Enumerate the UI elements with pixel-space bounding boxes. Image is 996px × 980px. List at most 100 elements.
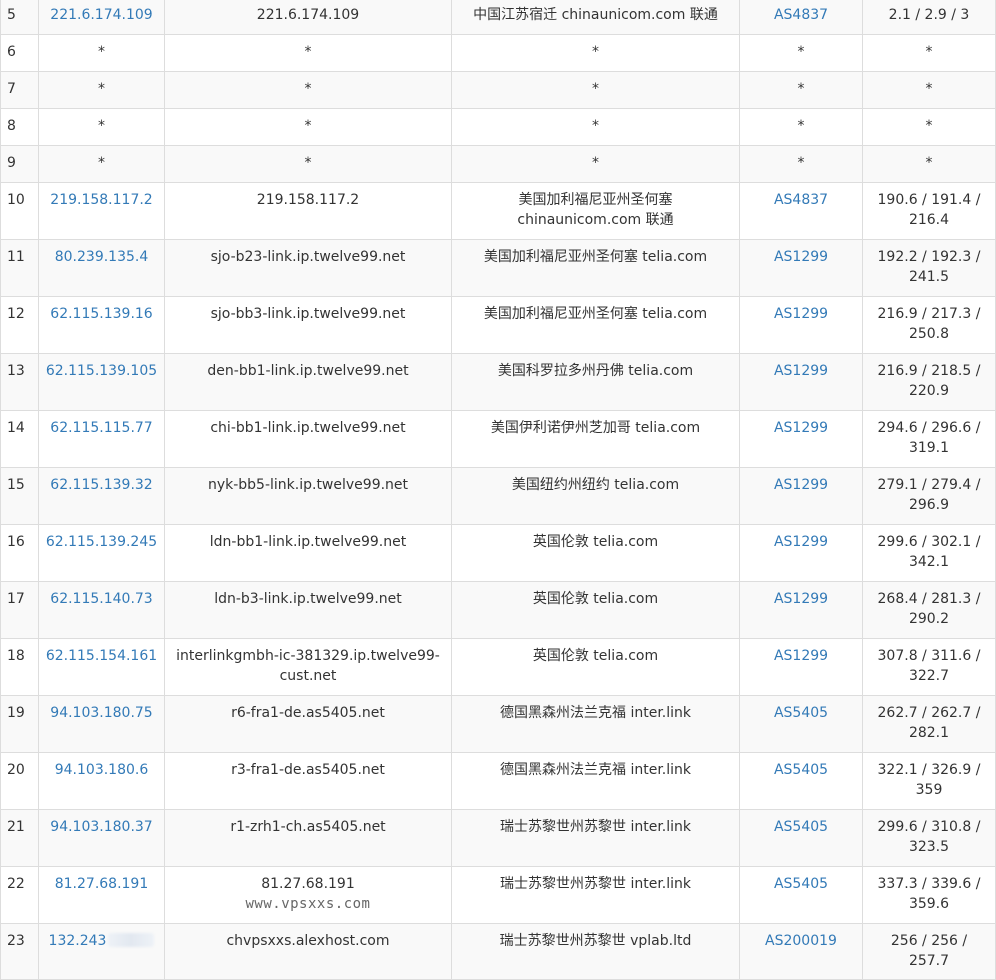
asn-link[interactable]: AS5405 xyxy=(774,705,828,721)
hostname: sjo-b23-link.ip.twelve99.net xyxy=(164,239,452,297)
asn: * xyxy=(739,145,863,183)
ip-address: * xyxy=(38,71,165,109)
ip-link[interactable]: 221.6.174.109 xyxy=(50,7,152,23)
hostname: * xyxy=(164,34,452,72)
ip-link[interactable]: 62.115.139.245 xyxy=(46,534,157,550)
asn-link[interactable]: AS200019 xyxy=(765,933,837,949)
hostname: 81.27.68.191 xyxy=(261,876,355,892)
geo-location: 瑞士苏黎世州苏黎世 inter.link xyxy=(451,866,740,924)
asn-link[interactable]: AS1299 xyxy=(774,306,828,322)
table-row: 13 62.115.139.105 den-bb1-link.ip.twelve… xyxy=(0,353,996,411)
geo-location: 美国纽约州纽约 telia.com xyxy=(451,467,740,525)
hostname: nyk-bb5-link.ip.twelve99.net xyxy=(164,467,452,525)
table-row: 20 94.103.180.6 r3-fra1-de.as5405.net 德国… xyxy=(0,752,996,810)
hop-number: 20 xyxy=(0,752,39,810)
hostname: * xyxy=(164,71,452,109)
redacted-ip-blur xyxy=(108,933,155,947)
table-row: 12 62.115.139.16 sjo-bb3-link.ip.twelve9… xyxy=(0,296,996,354)
asn-link[interactable]: AS4837 xyxy=(774,7,828,23)
rtt-values: * xyxy=(862,108,996,146)
asn-link[interactable]: AS1299 xyxy=(774,477,828,493)
rtt-values: 307.8 / 311.6 / 322.7 xyxy=(862,638,996,696)
hostname: * xyxy=(164,145,452,183)
table-row: 7 * * * * * xyxy=(0,71,996,109)
hop-number: 12 xyxy=(0,296,39,354)
rtt-values: * xyxy=(862,145,996,183)
ip-link[interactable]: 62.115.140.73 xyxy=(50,591,152,607)
asn-link[interactable]: AS5405 xyxy=(774,876,828,892)
hop-number: 14 xyxy=(0,410,39,468)
rtt-values: 294.6 / 296.6 / 319.1 xyxy=(862,410,996,468)
rtt-values: 256 / 256 / 257.7 xyxy=(862,923,996,980)
table-row: 19 94.103.180.75 r6-fra1-de.as5405.net 德… xyxy=(0,695,996,753)
geo-location: * xyxy=(451,34,740,72)
geo-location: 美国科罗拉多州丹佛 telia.com xyxy=(451,353,740,411)
hop-number: 7 xyxy=(0,71,39,109)
table-row: 16 62.115.139.245 ldn-bb1-link.ip.twelve… xyxy=(0,524,996,582)
table-row: 23 132.243 chvpsxxs.alexhost.com 瑞士苏黎世州苏… xyxy=(0,923,996,980)
ip-link[interactable]: 94.103.180.6 xyxy=(55,762,149,778)
rtt-values: 279.1 / 279.4 / 296.9 xyxy=(862,467,996,525)
asn-link[interactable]: AS1299 xyxy=(774,420,828,436)
geo-location: 美国伊利诺伊州芝加哥 telia.com xyxy=(451,410,740,468)
rtt-values: 2.1 / 2.9 / 3 xyxy=(862,0,996,35)
ip-link[interactable]: 219.158.117.2 xyxy=(50,192,152,208)
ip-link[interactable]: 80.239.135.4 xyxy=(55,249,149,265)
table-row: 11 80.239.135.4 sjo-b23-link.ip.twelve99… xyxy=(0,239,996,297)
geo-location: 英国伦敦 telia.com xyxy=(451,581,740,639)
ip-link[interactable]: 94.103.180.37 xyxy=(50,819,152,835)
ip-link[interactable]: 62.115.115.77 xyxy=(50,420,152,436)
rtt-values: 216.9 / 218.5 / 220.9 xyxy=(862,353,996,411)
ip-link[interactable]: 94.103.180.75 xyxy=(50,705,152,721)
ip-link[interactable]: 62.115.139.105 xyxy=(46,363,157,379)
asn-link[interactable]: AS1299 xyxy=(774,648,828,664)
geo-location: 瑞士苏黎世州苏黎世 inter.link xyxy=(451,809,740,867)
geo-location: 德国黑森州法兰克福 inter.link xyxy=(451,695,740,753)
hostname: chi-bb1-link.ip.twelve99.net xyxy=(164,410,452,468)
hostname: ldn-bb1-link.ip.twelve99.net xyxy=(164,524,452,582)
ip-link[interactable]: 81.27.68.191 xyxy=(55,876,149,892)
ip-link[interactable]: 62.115.139.32 xyxy=(50,477,152,493)
geo-location: 美国加利福尼亚州圣何塞 chinaunicom.com 联通 xyxy=(451,182,740,240)
ip-link[interactable]: 132.243 xyxy=(49,933,107,949)
table-row: 18 62.115.154.161 interlinkgmbh-ic-38132… xyxy=(0,638,996,696)
rtt-values: * xyxy=(862,34,996,72)
ip-link[interactable]: 62.115.139.16 xyxy=(50,306,152,322)
table-row: 6 * * * * * xyxy=(0,34,996,72)
rtt-values: 322.1 / 326.9 / 359 xyxy=(862,752,996,810)
asn-link[interactable]: AS1299 xyxy=(774,534,828,550)
asn-link[interactable]: AS4837 xyxy=(774,192,828,208)
ip-link[interactable]: 62.115.154.161 xyxy=(46,648,157,664)
hop-number: 17 xyxy=(0,581,39,639)
geo-location: 英国伦敦 telia.com xyxy=(451,638,740,696)
rtt-values: 299.6 / 310.8 / 323.5 xyxy=(862,809,996,867)
ip-address: * xyxy=(38,108,165,146)
hop-number: 9 xyxy=(0,145,39,183)
geo-location: 美国加利福尼亚州圣何塞 telia.com xyxy=(451,296,740,354)
table-row: 10 219.158.117.2 219.158.117.2 美国加利福尼亚州圣… xyxy=(0,182,996,240)
rtt-values: 192.2 / 192.3 / 241.5 xyxy=(862,239,996,297)
asn-link[interactable]: AS1299 xyxy=(774,249,828,265)
table-row: 22 81.27.68.191 81.27.68.191 www.vpsxxs.… xyxy=(0,866,996,924)
hop-number: 5 xyxy=(0,0,39,35)
table-row: 17 62.115.140.73 ldn-b3-link.ip.twelve99… xyxy=(0,581,996,639)
ip-address: * xyxy=(38,145,165,183)
asn-link[interactable]: AS5405 xyxy=(774,762,828,778)
asn-link[interactable]: AS1299 xyxy=(774,363,828,379)
rtt-values: 262.7 / 262.7 / 282.1 xyxy=(862,695,996,753)
hostname: r1-zrh1-ch.as5405.net xyxy=(164,809,452,867)
hop-number: 19 xyxy=(0,695,39,753)
asn-link[interactable]: AS5405 xyxy=(774,819,828,835)
hostname: 219.158.117.2 xyxy=(164,182,452,240)
asn-link[interactable]: AS1299 xyxy=(774,591,828,607)
hop-number: 22 xyxy=(0,866,39,924)
hostname: r3-fra1-de.as5405.net xyxy=(164,752,452,810)
asn: * xyxy=(739,34,863,72)
hostname: den-bb1-link.ip.twelve99.net xyxy=(164,353,452,411)
hop-number: 6 xyxy=(0,34,39,72)
hop-number: 8 xyxy=(0,108,39,146)
geo-location: * xyxy=(451,145,740,183)
table-row: 15 62.115.139.32 nyk-bb5-link.ip.twelve9… xyxy=(0,467,996,525)
asn: * xyxy=(739,108,863,146)
hop-number: 21 xyxy=(0,809,39,867)
